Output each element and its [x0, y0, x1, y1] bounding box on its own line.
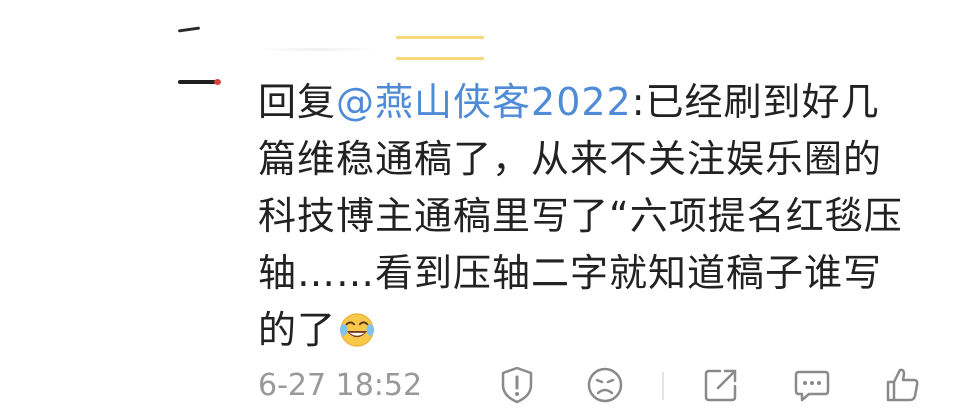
- username-smudge: [258, 48, 378, 51]
- comment-timestamp: 6-27 18:52: [258, 368, 423, 403]
- reply-prefix: 回复: [258, 80, 337, 124]
- comment-text: 回复@燕山侠客2022:已经刷到好几篇维稳通稿了，从来不关注娱乐圈的科技博主通稿…: [258, 74, 918, 359]
- avatar-mark: [177, 26, 201, 33]
- comment-footer: 6-27 18:52: [0, 360, 960, 413]
- share-icon[interactable]: [700, 364, 742, 406]
- comment-bubble-icon[interactable]: [791, 364, 833, 406]
- username-obscured[interactable]: [258, 30, 488, 60]
- thumbs-up-icon[interactable]: [882, 364, 924, 406]
- laugh-cry-emoji: [339, 313, 375, 347]
- exclamation-shield-icon[interactable]: [496, 364, 538, 406]
- avatar-mark: [214, 79, 221, 85]
- divider: [662, 372, 664, 400]
- mention-link[interactable]: @燕山侠客2022: [336, 80, 632, 124]
- sad-face-icon[interactable]: [584, 364, 626, 406]
- avatar-mark: [178, 80, 218, 84]
- user-badge: [396, 36, 484, 60]
- avatar[interactable]: [168, 20, 224, 88]
- mention-colon: :: [631, 80, 646, 124]
